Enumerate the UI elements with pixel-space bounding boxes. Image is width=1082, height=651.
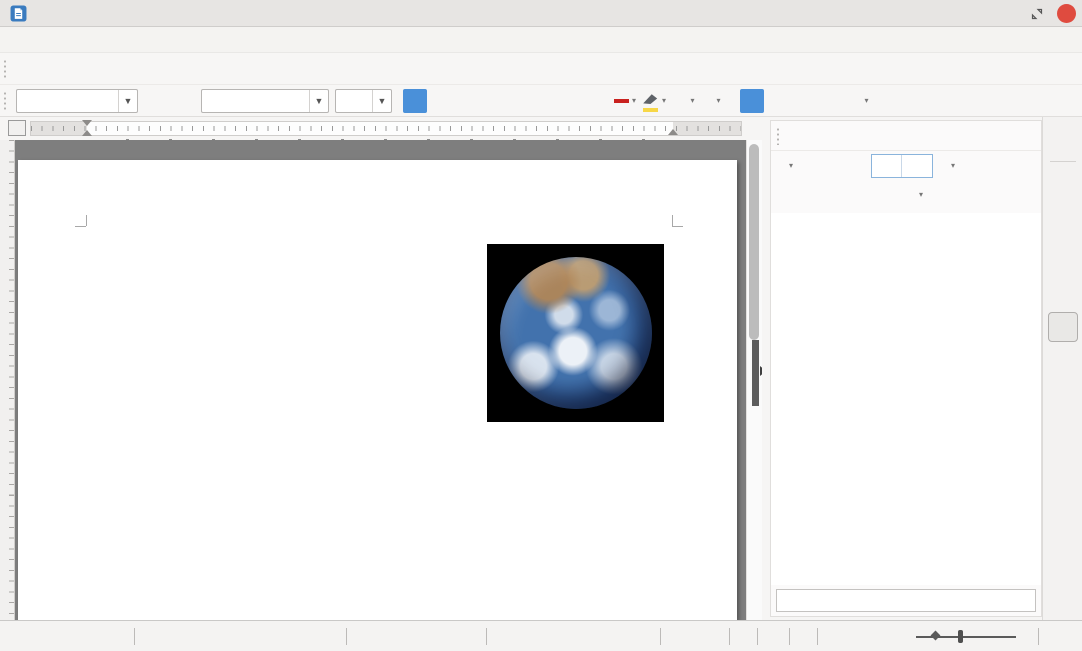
- sidebar-splitter-grip[interactable]: [752, 340, 759, 406]
- zoom-slider-marker: [931, 631, 941, 641]
- font-color-button[interactable]: [612, 89, 638, 113]
- writer-app-icon: [10, 5, 27, 22]
- paragraph-style-combo[interactable]: ▼: [16, 89, 138, 113]
- highlight-color-button[interactable]: [640, 89, 668, 113]
- document-workspace: [0, 140, 768, 620]
- panel-grip[interactable]: [776, 127, 780, 145]
- highlight-color-icon: [642, 90, 659, 112]
- decrease-indent-button[interactable]: [966, 89, 990, 113]
- filter-button[interactable]: [778, 183, 802, 207]
- libreoffice-writer-window: ▼ ▼ ▼: [0, 0, 1082, 651]
- navigator-tree: [771, 213, 1041, 585]
- document-selector-combo[interactable]: [776, 589, 1036, 612]
- increase-indent-button[interactable]: [940, 89, 964, 113]
- align-left-button[interactable]: [740, 89, 764, 113]
- horizontal-ruler[interactable]: [30, 121, 742, 136]
- heading-levels-button[interactable]: [908, 183, 932, 207]
- first-line-indent-marker[interactable]: [82, 120, 92, 126]
- superscript-button[interactable]: [516, 89, 540, 113]
- restore-button[interactable]: [1031, 8, 1043, 20]
- italic-button[interactable]: [429, 89, 453, 113]
- scrollbar-thumb[interactable]: [749, 144, 759, 340]
- clear-formatting-button[interactable]: [577, 89, 601, 113]
- statusbar: [0, 620, 1082, 651]
- ruler-row: [0, 117, 768, 140]
- header-button[interactable]: [830, 183, 854, 207]
- align-center-button[interactable]: [766, 89, 790, 113]
- zoom-slider-thumb[interactable]: [958, 630, 963, 643]
- numbered-list-button[interactable]: [705, 89, 729, 113]
- chevron-down-icon[interactable]: ▼: [118, 90, 137, 112]
- sidebar-tab-strip: [1042, 117, 1082, 620]
- bold-button[interactable]: [403, 89, 427, 113]
- sidebar-tab-page[interactable]: [1048, 204, 1078, 234]
- chevron-down-icon[interactable]: ▼: [372, 90, 391, 112]
- chevron-down-icon[interactable]: ▼: [309, 90, 328, 112]
- sidebar-tab-gallery[interactable]: [1048, 276, 1078, 306]
- right-indent-marker[interactable]: [668, 129, 678, 135]
- navigation-button[interactable]: [778, 154, 802, 178]
- vertical-ruler[interactable]: [0, 140, 15, 620]
- anchor-text-button[interactable]: [882, 183, 906, 207]
- font-size-combo[interactable]: ▼: [335, 89, 392, 113]
- increase-paragraph-spacing-button[interactable]: [879, 89, 903, 113]
- page-plus-button[interactable]: [902, 155, 932, 177]
- toolbar-grip[interactable]: [3, 59, 8, 79]
- standard-toolbar: [0, 53, 1082, 85]
- decrease-paragraph-spacing-button[interactable]: [905, 89, 929, 113]
- align-right-button[interactable]: [792, 89, 816, 113]
- sidebar-tab-styles[interactable]: [1048, 240, 1078, 270]
- justify-button[interactable]: [818, 89, 842, 113]
- sidebar-tab-settings[interactable]: [1048, 123, 1078, 153]
- content-navigation-view-button[interactable]: [804, 183, 828, 207]
- sidebar-tab-properties[interactable]: [1048, 168, 1078, 198]
- formatting-toolbar: ▼ ▼ ▼: [0, 85, 1082, 117]
- new-style-button[interactable]: [168, 89, 192, 113]
- font-color-icon: [614, 98, 629, 103]
- sidebar-tab-navigator[interactable]: [1048, 312, 1078, 342]
- update-style-button[interactable]: [142, 89, 166, 113]
- page-spinner: [871, 154, 933, 178]
- sidebar-deck: [762, 117, 1042, 620]
- subscript-button[interactable]: [542, 89, 566, 113]
- close-button[interactable]: [1057, 4, 1076, 23]
- toolbar-grip[interactable]: [3, 91, 8, 111]
- navigator-panel: [770, 120, 1042, 617]
- drag-mode-button[interactable]: [940, 154, 964, 178]
- line-spacing-button[interactable]: [853, 89, 877, 113]
- underline-button[interactable]: [455, 89, 479, 113]
- footer-button[interactable]: [856, 183, 880, 207]
- page-minus-button[interactable]: [872, 155, 902, 177]
- document-page[interactable]: [18, 160, 737, 620]
- titlebar: [0, 0, 1082, 27]
- menubar: [0, 27, 1082, 53]
- collapse-chevrons: [993, 154, 1017, 178]
- tab-stop-selector[interactable]: [8, 120, 26, 136]
- bullet-list-button[interactable]: [679, 89, 703, 113]
- earth-photo[interactable]: [487, 244, 664, 422]
- font-name-combo[interactable]: ▼: [201, 89, 329, 113]
- strikethrough-button[interactable]: [481, 89, 505, 113]
